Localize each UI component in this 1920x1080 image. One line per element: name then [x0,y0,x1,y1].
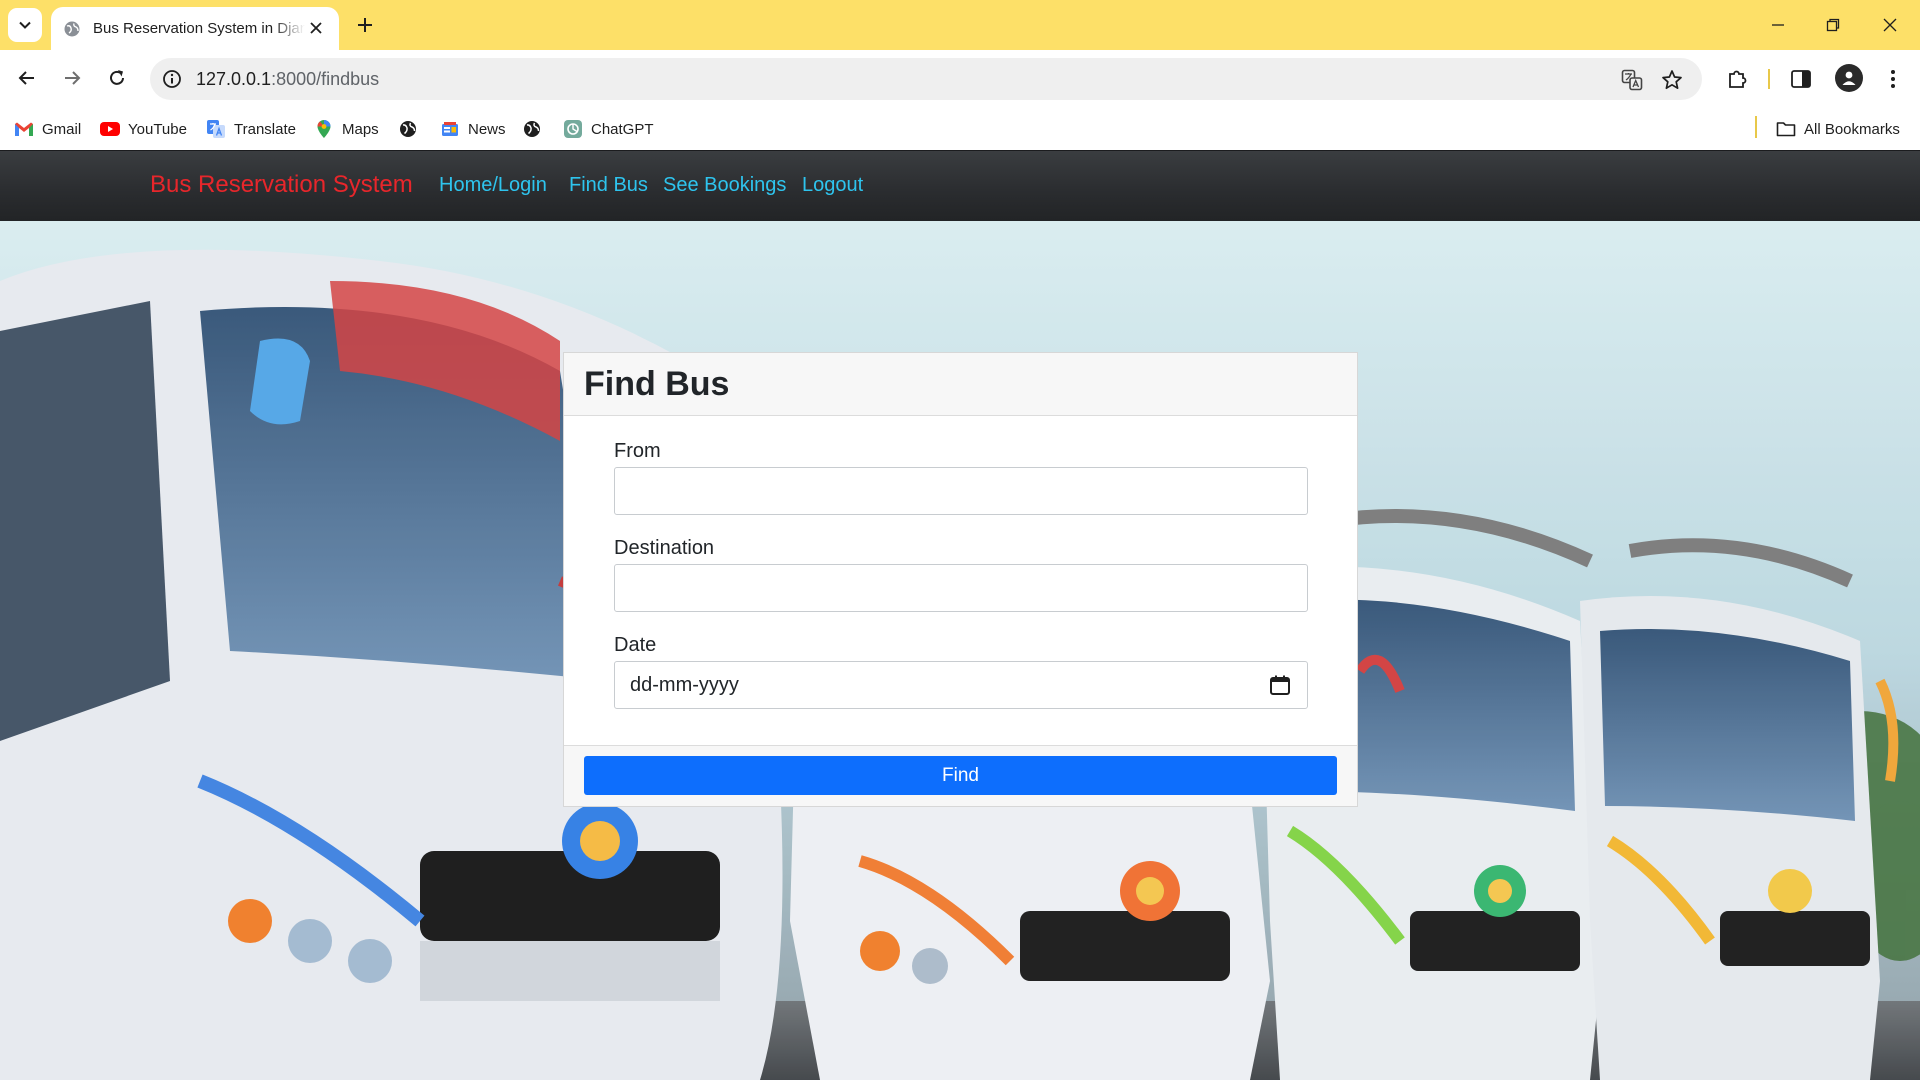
globe-icon [398,119,418,139]
bookmark-label: Translate [234,120,296,138]
forward-button[interactable] [55,61,89,95]
new-tab-button[interactable] [352,12,378,38]
url-host: 127.0.0.1 [196,69,272,89]
minimize-button[interactable] [1758,8,1798,42]
site-navbar: Bus Reservation System Home/Login Find B… [0,150,1920,221]
restore-icon [1826,18,1840,32]
reload-button[interactable] [100,61,134,95]
nav-link-home-login[interactable]: Home/Login [439,174,547,197]
toolbar-divider [1768,69,1770,89]
card-footer: Find [564,745,1357,806]
find-bus-form: From Destination Date dd-mm-yyyy [564,416,1357,744]
side-panel-icon [1791,70,1811,88]
arrow-left-icon [18,71,34,85]
bookmark-globe-2[interactable] [522,116,550,142]
bookmark-label: YouTube [128,120,187,138]
nav-link-see-bookings[interactable]: See Bookings [663,174,786,197]
bookmark-chatgpt[interactable]: ChatGPT [563,116,654,142]
chevron-down-icon [19,21,31,29]
date-placeholder: dd-mm-yyyy [630,674,739,696]
bookmark-star-icon[interactable] [1659,67,1685,93]
news-icon [440,119,460,139]
site-info-icon[interactable] [160,67,184,91]
arrow-right-icon [65,71,81,85]
calendar-icon[interactable] [1269,674,1291,696]
url-text[interactable]: 127.0.0.1:8000/findbus [196,69,379,90]
profile-icon [1842,71,1856,85]
card-header: Find Bus [564,353,1357,416]
tab-search-button[interactable] [8,8,42,42]
url-path: :8000/findbus [271,69,380,89]
close-window-button[interactable] [1870,8,1910,42]
minimize-icon [1772,24,1784,26]
web-page: Bus Reservation System Home/Login Find B… [0,150,1920,1080]
extensions-button[interactable] [1720,62,1754,96]
page-title: Find Bus [584,365,730,403]
puzzle-icon [1729,70,1747,88]
date-input[interactable]: dd-mm-yyyy [614,661,1308,709]
bookmark-maps[interactable]: Maps [314,116,379,142]
folder-icon [1776,119,1796,139]
all-bookmarks-button[interactable]: All Bookmarks [1776,116,1900,142]
tab-title: Bus Reservation System in Djan [93,20,305,37]
plus-icon [358,18,372,32]
bookmark-translate[interactable]: Translate [206,116,296,142]
reload-icon [110,70,124,85]
bookmark-news[interactable]: News [440,116,506,142]
browser-tab-strip: Bus Reservation System in Djan [0,0,1920,50]
hero-background-image: Find Bus From Destination Date dd-mm-yyy… [0,221,1920,1080]
from-input[interactable] [614,467,1308,515]
chatgpt-icon [563,119,583,139]
bookmarks-bar: Gmail YouTube Translate Maps News ChatGP… [0,108,1920,150]
profile-avatar[interactable] [1835,64,1863,92]
maps-icon [314,119,334,139]
browser-menu-button[interactable] [1876,62,1910,96]
restore-button[interactable] [1813,8,1853,42]
close-tab-icon[interactable] [307,19,325,37]
bookmark-label: News [468,120,506,138]
bookmark-gmail[interactable]: Gmail [14,116,81,142]
navbar-brand[interactable]: Bus Reservation System [150,171,413,199]
gmail-icon [14,119,34,139]
bookmark-label: ChatGPT [591,120,654,138]
all-bookmarks-label: All Bookmarks [1804,120,1900,138]
translate-page-icon[interactable] [1619,67,1645,93]
browser-tab-active[interactable]: Bus Reservation System in Djan [51,7,339,50]
find-bus-card: Find Bus From Destination Date dd-mm-yyy… [563,352,1358,807]
date-label: Date [614,634,657,656]
destination-input[interactable] [614,564,1308,612]
bookmark-globe-1[interactable] [398,116,426,142]
from-label: From [614,440,661,462]
globe-icon [64,21,80,36]
back-button[interactable] [10,61,44,95]
bookmark-label: Gmail [42,120,82,138]
bookmarks-divider [1755,116,1757,138]
address-bar[interactable]: 127.0.0.1:8000/findbus [150,58,1702,100]
youtube-icon [100,119,120,139]
destination-label: Destination [614,537,715,559]
nav-link-logout[interactable]: Logout [802,174,863,197]
browser-toolbar: 127.0.0.1:8000/findbus [0,50,1920,108]
bookmark-youtube[interactable]: YouTube [100,116,187,142]
translate-icon [206,119,226,139]
bookmark-label: Maps [342,120,379,138]
more-vertical-icon [1891,70,1895,88]
side-panel-button[interactable] [1784,62,1818,96]
find-button[interactable]: Find [584,756,1337,795]
nav-link-find-bus[interactable]: Find Bus [569,174,648,197]
globe-icon [522,119,542,139]
close-icon [1883,18,1897,32]
